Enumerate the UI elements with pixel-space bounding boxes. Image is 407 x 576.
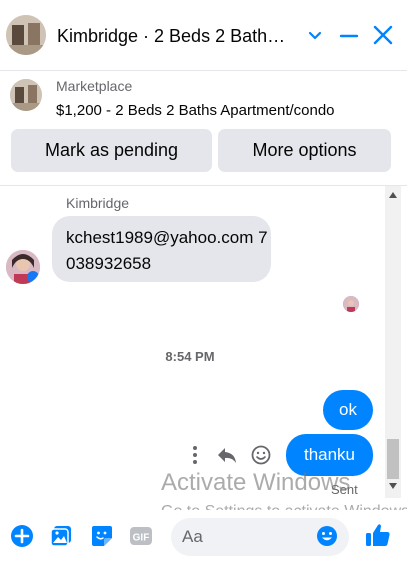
photo-icon[interactable] <box>49 524 73 548</box>
listing-avatar[interactable] <box>6 15 46 55</box>
chevron-down-icon[interactable] <box>305 26 325 46</box>
incoming-message-bubble[interactable]: kchest1989@yahoo.com 7038932658 <box>52 216 271 282</box>
scrollbar[interactable] <box>385 186 401 498</box>
scroll-down-arrow[interactable] <box>389 483 397 489</box>
sticker-icon[interactable] <box>90 524 114 548</box>
message-status: Sent <box>331 482 358 497</box>
emoji-icon[interactable] <box>316 525 338 547</box>
sender-avatar[interactable] <box>6 250 40 284</box>
close-icon[interactable] <box>372 24 394 46</box>
thumbs-up-icon[interactable] <box>364 521 392 549</box>
chat-title[interactable]: Kimbridge · 2 Beds 2 Bath… <box>57 26 297 47</box>
gif-icon[interactable]: GIF <box>129 524 153 548</box>
plus-circle-icon[interactable] <box>10 524 34 548</box>
composer: GIF <box>0 510 407 570</box>
outgoing-message-bubble[interactable]: ok <box>323 390 373 430</box>
message-thread: Kimbridge kchest1989@yahoo.com 703893265… <box>0 186 407 498</box>
sender-name: Kimbridge <box>66 195 130 211</box>
minimize-icon[interactable] <box>339 26 359 46</box>
more-options-button[interactable]: More options <box>218 129 391 172</box>
marketplace-listing-bar: Marketplace $1,200 - 2 Beds 2 Baths Apar… <box>0 71 407 186</box>
listing-thumbnail[interactable] <box>10 79 42 111</box>
react-icon[interactable] <box>250 444 272 466</box>
scroll-up-arrow[interactable] <box>389 192 397 198</box>
mark-as-pending-button[interactable]: Mark as pending <box>11 129 212 172</box>
scroll-thumb[interactable] <box>387 439 399 479</box>
gif-label: GIF <box>133 533 150 544</box>
message-timestamp: 8:54 PM <box>165 349 215 364</box>
listing-title[interactable]: $1,200 - 2 Beds 2 Baths Apartment/condo <box>56 102 335 119</box>
listing-source: Marketplace <box>56 78 133 94</box>
chat-header: Kimbridge · 2 Beds 2 Bath… <box>0 0 407 71</box>
chat-window: Kimbridge · 2 Beds 2 Bath… Marketplace $… <box>0 0 407 576</box>
seen-indicator-avatar <box>343 296 359 312</box>
outgoing-message-bubble[interactable]: thanku <box>286 434 373 476</box>
reply-icon[interactable] <box>216 444 238 466</box>
more-vertical-icon[interactable] <box>184 444 206 466</box>
